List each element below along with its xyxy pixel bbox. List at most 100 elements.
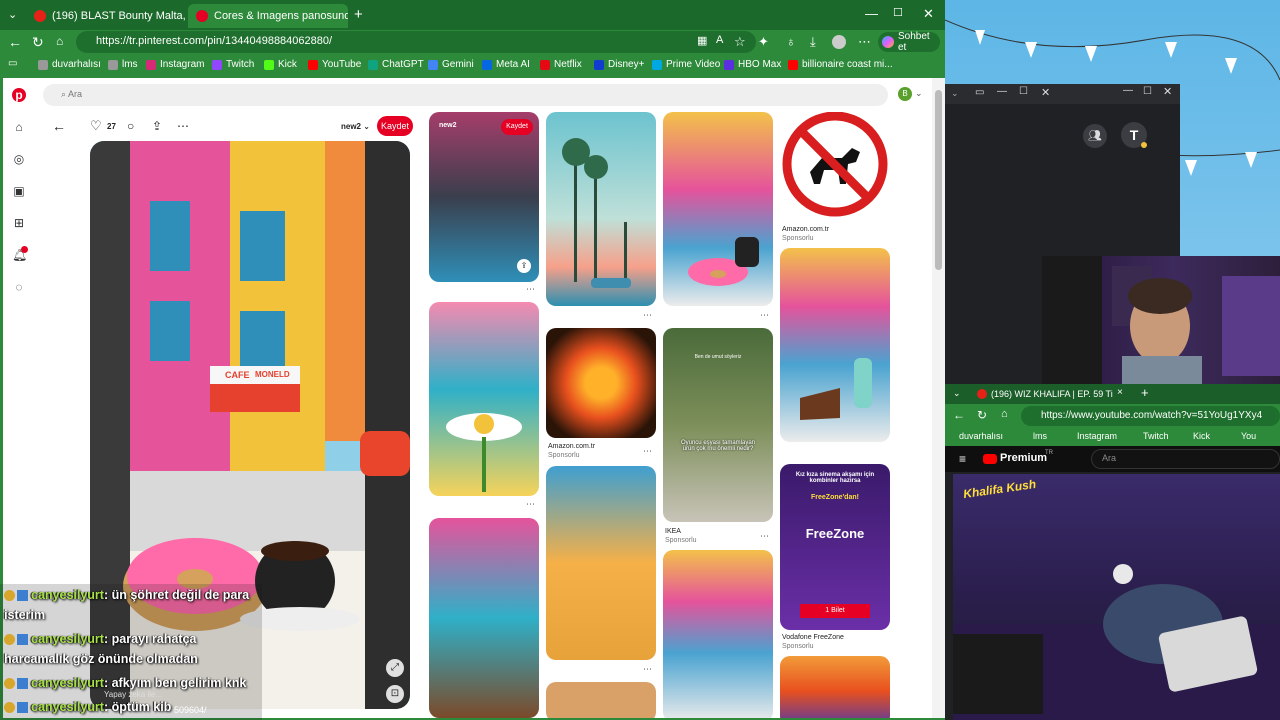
apps-icon[interactable]: ▦ [697, 34, 707, 47]
pin-cake-cafe[interactable] [780, 248, 890, 442]
close-window-icon[interactable]: ✕ [923, 6, 934, 22]
youtube-premium-logo[interactable]: Premium [1000, 452, 1047, 464]
pin-sunset-partial[interactable] [780, 656, 890, 718]
bookmark-item[interactable]: Netflix [540, 59, 582, 70]
bookmark-item[interactable]: lms [1033, 431, 1047, 441]
explore-icon[interactable]: ◎ [12, 152, 26, 166]
bookmark-item[interactable]: Kick [1193, 431, 1210, 441]
bookmark-item[interactable]: Meta AI [482, 59, 530, 70]
expand-icon[interactable]: ⤢ [386, 659, 404, 677]
pinterest-logo-icon[interactable]: p [12, 88, 26, 102]
pin-no-dogs-sign[interactable] [780, 112, 890, 222]
maximize-icon[interactable]: ☐ [893, 6, 903, 19]
pin-cake-street[interactable] [429, 518, 539, 718]
board-selector[interactable]: new2 ⌄ [341, 122, 370, 131]
refresh-icon[interactable]: ↻ [977, 408, 987, 422]
youtube-logo-icon[interactable] [983, 454, 997, 464]
home-icon[interactable]: ⌂ [1001, 408, 1008, 420]
share-pin-icon[interactable]: ⇪ [517, 259, 531, 273]
bookmark-item[interactable]: duvarhalısı [959, 431, 1003, 441]
scrollbar-thumb[interactable] [935, 90, 942, 270]
home-icon[interactable]: ⌂ [56, 34, 63, 48]
pin-sunset-lamp[interactable] [546, 328, 656, 438]
minimize-icon[interactable]: — [1123, 85, 1133, 96]
bookmark-item[interactable]: ChatGPT [368, 59, 424, 70]
copilot-button[interactable]: Sohbet et [878, 31, 940, 53]
bookmark-item[interactable]: Disney+ [594, 59, 644, 70]
youtube-video-player[interactable]: Khalifa Kush [953, 474, 1280, 720]
pin-meta-amazon1[interactable]: Amazon.com.tr Sponsorlu [782, 225, 829, 243]
minimize-icon[interactable]: — [997, 86, 1007, 97]
more-menu-icon[interactable]: ⋯ [858, 34, 871, 50]
pin-more-icon[interactable]: ⋯ [643, 446, 652, 457]
tab-pinterest[interactable]: Cores & Imagens panosundaki Pin × [188, 4, 348, 28]
pin-vodafone-ad[interactable]: Kız kıza sinema akşamı için kombinler ha… [780, 464, 890, 630]
minimize-icon[interactable]: — [865, 6, 878, 21]
new-tab-button[interactable]: + [354, 6, 363, 23]
new-tab-button[interactable]: + [1141, 385, 1149, 400]
pin-meta-amazon2[interactable]: Amazon.com.tr Sponsorlu [548, 442, 595, 460]
close-icon[interactable]: ✕ [1163, 85, 1172, 98]
tab-list-chevron-icon[interactable]: ⌄ [8, 8, 17, 21]
user-avatar[interactable]: B [898, 87, 912, 101]
read-aloud-icon[interactable]: A [716, 34, 723, 46]
url-field[interactable]: https://tr.pinterest.com/pin/13440498884… [76, 31, 756, 53]
pin-ikea-video[interactable]: Ben de umut söyleriz Oyuncu eşyası tamam… [663, 328, 773, 522]
boards-icon[interactable]: ▣ [12, 184, 26, 198]
bookmark-item[interactable]: Twitch [1143, 431, 1169, 441]
save-button-overlay[interactable]: Kaydet [501, 119, 533, 135]
page-scrollbar[interactable] [932, 78, 945, 718]
bookmark-item[interactable]: lms [108, 59, 138, 70]
hamburger-menu-icon[interactable]: ≡ [959, 452, 966, 466]
home-icon[interactable]: ⌂ [12, 120, 26, 134]
pin-retro-street[interactable]: new2 Kaydet ⇪ [429, 112, 539, 282]
pin-donut-coffee[interactable] [663, 550, 773, 718]
heart-icon[interactable]: ♡ [90, 118, 102, 134]
create-icon[interactable]: ⊞ [12, 216, 26, 230]
profile-avatar[interactable] [832, 35, 846, 49]
pin-partial[interactable] [546, 682, 656, 718]
more-options-icon[interactable]: ⋯ [177, 119, 189, 133]
close-tab-icon[interactable]: × [1117, 387, 1123, 398]
download-icon[interactable]: ⤓ [810, 34, 816, 50]
bookmark-item[interactable]: You [1241, 431, 1256, 441]
back-icon[interactable]: ← [953, 408, 965, 422]
bookmark-item[interactable]: Instagram [146, 59, 204, 70]
bookmark-item[interactable]: Prime Video [652, 59, 720, 70]
yt-url-field[interactable]: https://www.youtube.com/watch?v=51YoUg1Y… [1021, 406, 1280, 426]
bookmark-item[interactable]: Instagram [1077, 431, 1117, 441]
bookmark-item[interactable]: Twitch [212, 59, 254, 70]
pin-meta-ikea[interactable]: IKEA Sponsorlu [665, 527, 697, 545]
share-icon[interactable]: ⇪ [152, 119, 162, 133]
bookmark-item[interactable]: duvarhalısı [38, 59, 101, 70]
pin-palm-beach[interactable] [546, 112, 656, 306]
monitor-icon[interactable]: ▭ [975, 87, 984, 98]
yt-tab-title[interactable]: (196) WIZ KHALIFA | EP. 59 Ti [991, 389, 1115, 399]
favorite-star-icon[interactable]: ☆ [734, 34, 746, 50]
pin-more-icon[interactable]: ⋯ [643, 664, 652, 675]
collections-icon[interactable]: ♁ [786, 34, 796, 49]
messages-icon[interactable]: ◌ [12, 280, 26, 294]
pin-more-icon[interactable]: ⋯ [760, 310, 769, 321]
tab-blast[interactable]: (196) BLAST Bounty Malta, Round × [26, 4, 186, 28]
account-chevron-icon[interactable]: ⌄ [915, 88, 923, 99]
chevron-down-icon[interactable]: ⌄ [953, 388, 961, 399]
pin-more-icon[interactable]: ⋯ [643, 310, 652, 321]
pin-daisy[interactable] [429, 302, 539, 496]
comment-icon[interactable]: ○ [127, 119, 134, 133]
bookmark-item[interactable]: HBO Max [724, 59, 781, 70]
people-icon[interactable]: 👥︎ [1083, 124, 1107, 148]
pin-more-icon[interactable]: ⋯ [526, 284, 535, 295]
maximize-icon[interactable]: ☐ [1019, 86, 1028, 97]
close-icon[interactable]: ✕ [1041, 86, 1050, 99]
pin-donut-street[interactable] [663, 112, 773, 306]
refresh-icon[interactable]: ↻ [32, 34, 44, 51]
pin-more-icon[interactable]: ⋯ [526, 499, 535, 510]
pin-more-icon[interactable]: ⋯ [760, 531, 769, 542]
back-icon[interactable]: ← [8, 34, 22, 50]
pin-meta-vodafone[interactable]: Vodafone FreeZone Sponsorlu [782, 633, 844, 651]
bookmarks-menu-icon[interactable]: ▭ [8, 58, 17, 69]
save-button[interactable]: Kaydet [377, 116, 413, 136]
extensions-icon[interactable]: ✦ [758, 34, 769, 50]
yt-search-input[interactable]: Ara [1091, 449, 1280, 469]
